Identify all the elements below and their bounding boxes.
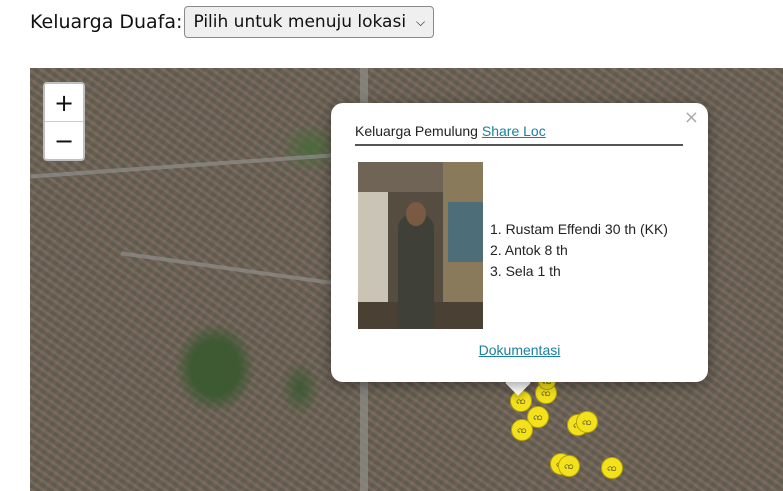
zoom-control: + − — [43, 82, 85, 161]
zoom-in-button[interactable]: + — [45, 84, 83, 121]
list-item: 2. Antok 8 th — [490, 242, 568, 258]
close-icon[interactable]: × — [684, 107, 699, 128]
coin-marker-icon[interactable]: ꩡ — [558, 455, 580, 477]
member-list: 1. Rustam Effendi 30 th (KK) 2. Antok 8 … — [490, 219, 668, 282]
coin-marker-icon[interactable]: ꩡ — [510, 390, 532, 412]
coin-marker-icon[interactable]: ꩡ — [511, 419, 533, 441]
location-select[interactable]: Pilih untuk menuju lokasi ⌵ — [184, 6, 435, 38]
chevron-down-icon: ⌵ — [416, 14, 426, 29]
share-loc-link[interactable]: Share Loc — [482, 123, 546, 139]
popup-title-text: Keluarga Pemulung — [355, 123, 478, 139]
list-item: 3. Sela 1 th — [490, 263, 561, 279]
documentation-link[interactable]: Dokumentasi — [479, 342, 561, 358]
top-bar: Keluarga Duafa: Pilih untuk menuju lokas… — [30, 4, 435, 40]
family-label: Keluarga Duafa: — [30, 11, 183, 33]
popup-title: Keluarga Pemulung Share Loc — [355, 123, 683, 146]
map-road — [120, 251, 360, 289]
family-photo — [358, 162, 483, 329]
info-popup: × Keluarga Pemulung Share Loc 1. Rustam … — [331, 103, 708, 382]
location-select-value: Pilih untuk menuju lokasi — [193, 12, 407, 32]
list-item: 1. Rustam Effendi 30 th (KK) — [490, 221, 668, 237]
coin-marker-icon[interactable]: ꩡ — [576, 411, 598, 433]
zoom-out-button[interactable]: − — [45, 121, 83, 159]
documentation-row: Dokumentasi — [331, 342, 708, 358]
coin-marker-icon[interactable]: ꩡ — [601, 457, 623, 479]
